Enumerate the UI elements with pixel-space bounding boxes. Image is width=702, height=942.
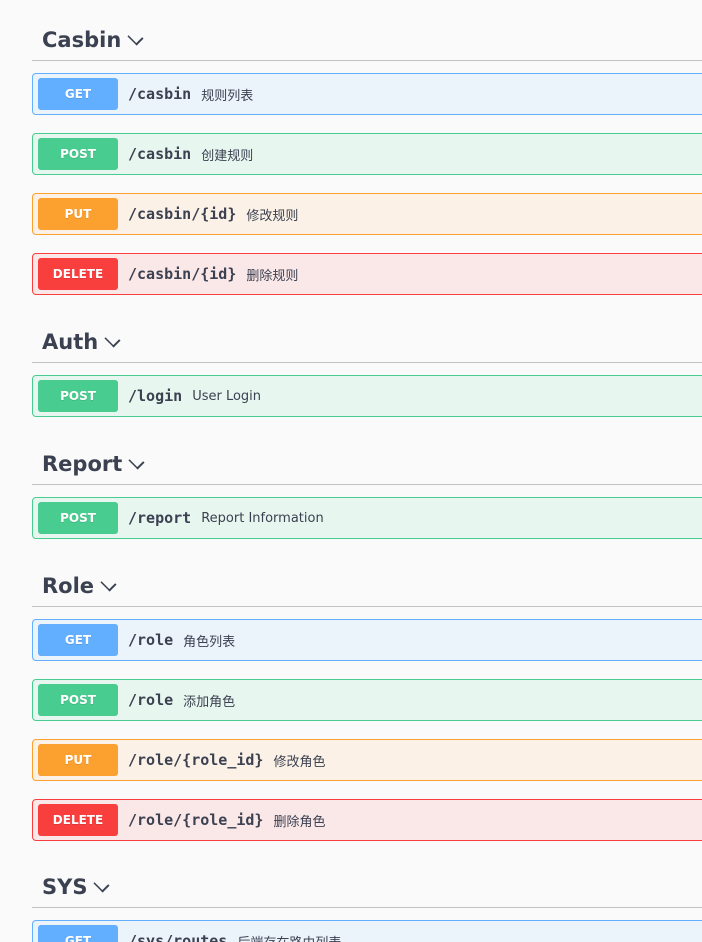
operation-get-casbin[interactable]: GET /casbin 规则列表 — [32, 73, 702, 115]
tag-header-report[interactable]: Report — [32, 444, 702, 485]
operation-summary: 删除规则 — [246, 268, 299, 284]
method-badge: GET — [38, 925, 118, 942]
operation-summary: 修改角色 — [273, 754, 326, 770]
operation-summary: 创建规则 — [201, 148, 254, 164]
method-badge: POST — [38, 380, 118, 412]
chevron-down-icon — [93, 876, 111, 893]
operation-path: /casbin/{id} — [128, 205, 237, 223]
method-badge: POST — [38, 502, 118, 534]
tag-title: Auth — [42, 330, 99, 354]
tag-title: SYS — [42, 875, 88, 899]
chevron-down-icon — [104, 331, 121, 348]
method-badge: PUT — [38, 198, 118, 230]
operation-delete-casbin-id[interactable]: DELETE /casbin/{id} 删除规则 — [32, 253, 702, 295]
operation-summary: 规则列表 — [201, 88, 254, 104]
operation-put-role-id[interactable]: PUT /role/{role_id} 修改角色 — [32, 739, 702, 781]
operation-post-report[interactable]: POST /report Report Information — [32, 497, 702, 539]
swagger-operations-list: Casbin GET /casbin 规则列表 POST /casbin 创建规… — [0, 0, 702, 942]
operation-summary: User Login — [192, 388, 262, 404]
method-badge: POST — [38, 138, 118, 170]
method-badge: DELETE — [38, 258, 118, 290]
operation-summary: Report Information — [201, 510, 324, 526]
operation-summary: 后端存在路由列表 — [237, 932, 341, 942]
method-badge: PUT — [38, 744, 118, 776]
method-badge: GET — [38, 624, 118, 656]
tag-title: Casbin — [42, 28, 122, 52]
tag-header-role[interactable]: Role — [32, 566, 702, 607]
operation-summary: 角色列表 — [183, 634, 236, 650]
operation-path: /report — [128, 509, 192, 527]
operation-get-role[interactable]: GET /role 角色列表 — [32, 619, 702, 661]
operation-post-login[interactable]: POST /login User Login — [32, 375, 702, 417]
operation-post-casbin[interactable]: POST /casbin 创建规则 — [32, 133, 702, 175]
operation-summary: 删除角色 — [273, 814, 326, 830]
chevron-down-icon — [128, 453, 145, 470]
operation-path: /role/{role_id} — [128, 751, 264, 769]
operation-put-casbin-id[interactable]: PUT /casbin/{id} 修改规则 — [32, 193, 702, 235]
operation-summary: 添加角色 — [183, 694, 236, 710]
operation-path: /casbin/{id} — [128, 265, 237, 283]
operation-path: /casbin — [128, 145, 192, 163]
operation-path: /role — [128, 691, 174, 709]
chevron-down-icon — [127, 29, 144, 46]
operation-path: /login — [128, 387, 183, 405]
operation-delete-role-id[interactable]: DELETE /role/{role_id} 删除角色 — [32, 799, 702, 841]
tag-header-auth[interactable]: Auth — [32, 322, 702, 363]
method-badge: POST — [38, 684, 118, 716]
tag-title: Role — [42, 574, 95, 598]
method-badge: DELETE — [38, 804, 118, 836]
chevron-down-icon — [100, 575, 117, 592]
operation-path: /casbin — [128, 85, 192, 103]
operation-summary: 修改规则 — [246, 208, 299, 224]
method-badge: GET — [38, 78, 118, 110]
operation-get-sys-routes[interactable]: GET /sys/routes 后端存在路由列表 — [32, 920, 702, 942]
tag-title: Report — [42, 452, 123, 476]
operation-path: /role/{role_id} — [128, 811, 264, 829]
operation-post-role[interactable]: POST /role 添加角色 — [32, 679, 702, 721]
tag-header-sys[interactable]: SYS — [32, 867, 702, 908]
tag-header-casbin[interactable]: Casbin — [32, 20, 702, 61]
operation-path: /sys/routes — [128, 932, 228, 942]
operation-path: /role — [128, 631, 174, 649]
